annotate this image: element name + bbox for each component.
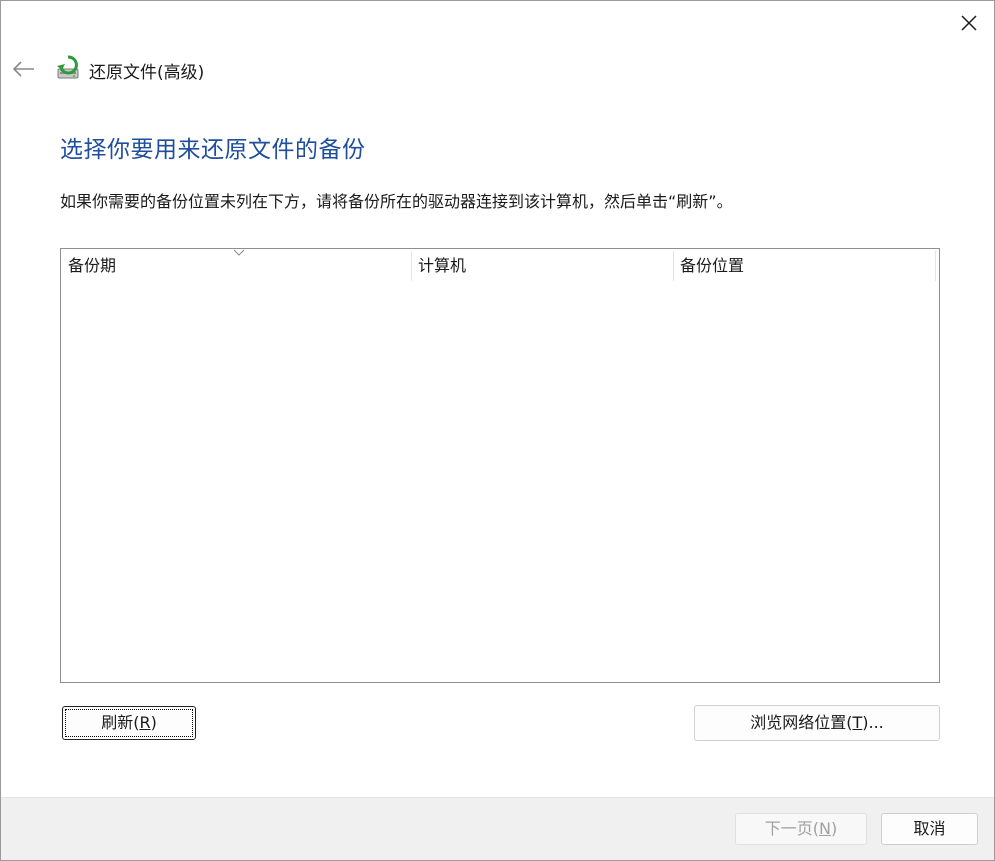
column-divider[interactable] <box>935 251 936 281</box>
backup-list[interactable]: 备份期 计算机 备份位置 <box>60 248 940 683</box>
next-button[interactable]: 下一页(N) <box>735 813 867 845</box>
footer-bar: 下一页(N) 取消 <box>1 797 994 860</box>
refresh-button[interactable]: 刷新(R) <box>62 706 196 740</box>
cancel-button[interactable]: 取消 <box>881 813 978 845</box>
column-header-label: 备份期 <box>68 256 117 275</box>
sort-descending-icon <box>233 249 245 256</box>
browse-network-location-button[interactable]: 浏览网络位置(T)... <box>694 705 940 741</box>
column-header-computer[interactable]: 计算机 <box>411 249 673 281</box>
window-title: 还原文件(高级) <box>89 63 205 83</box>
close-button[interactable] <box>949 4 989 42</box>
back-button[interactable] <box>9 53 39 85</box>
back-arrow-icon <box>13 61 34 77</box>
column-header-backup-location[interactable]: 备份位置 <box>673 249 935 281</box>
instruction-text: 如果你需要的备份位置未列在下方，请将备份所在的驱动器连接到该计算机，然后单击“刷… <box>60 192 733 211</box>
column-header-label: 备份位置 <box>680 256 745 275</box>
page-heading: 选择你要用来还原文件的备份 <box>60 137 366 163</box>
close-icon <box>961 15 977 31</box>
restore-files-icon <box>57 55 79 79</box>
restore-files-window: 还原文件(高级) 选择你要用来还原文件的备份 如果你需要的备份位置未列在下方，请… <box>0 0 995 861</box>
column-header-label: 计算机 <box>418 256 467 275</box>
